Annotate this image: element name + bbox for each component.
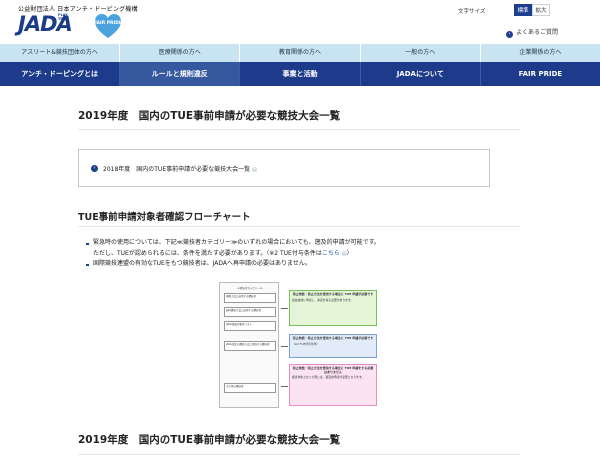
- page-title: 2019年度 国内のTUE事前申請が必要な競技大会一覧: [78, 110, 341, 122]
- flowchart-result-text: 検査対象となった際には、遡及的申請が必要となります。: [292, 375, 365, 380]
- flowchart-arrow: [281, 346, 288, 347]
- flowchart-box: 国内競技大会に出場する競技者: [224, 307, 276, 317]
- tue-flowchart-image: ≪競技者カテゴリー≫ 国際大会に出場する競技者 国内競技大会に出場する競技者 J…: [219, 282, 379, 408]
- flowchart-result-title: 禁止物質・禁止方法を使用する場合に TUE 申請をする必要はありません: [292, 366, 374, 374]
- fair-pride-logo[interactable]: FAIR PRIDE: [94, 12, 122, 40]
- conditions-link[interactable]: こちら: [322, 250, 340, 257]
- related-link-label: 2018年度 国内のTUE事前申請が必要な競技大会一覧: [103, 166, 251, 173]
- nav-item-about-jada[interactable]: JADAについて: [361, 62, 481, 86]
- divider: [78, 226, 520, 227]
- audience-corporate[interactable]: 企業関係の方へ: [481, 44, 600, 62]
- chevron-right-icon: ›: [91, 165, 98, 172]
- related-link[interactable]: 2018年度 国内のTUE事前申請が必要な競技大会一覧 ▤: [103, 164, 257, 173]
- list-item: 国際競技連盟の有効なTUEをもつ競技者は、JADAへ再申請の必要はありません。: [86, 259, 516, 270]
- flowchart-result-conditional: 禁止物質・禁止方法を使用する場合に TUE 申請が必要です （※2 TUE付与条…: [289, 334, 377, 358]
- list-item: 緊急時の使用については、下記≪競技者カテゴリー≫のいずれの場合においても、遡及的…: [86, 238, 516, 259]
- flowchart-result-text: 競技会前に申請し、承認を得る必要があります。: [292, 297, 354, 302]
- text-size-standard-button[interactable]: 標準: [514, 4, 532, 16]
- note-text: 緊急時の使用については、下記≪競技者カテゴリー≫のいずれの場合においても、遡及的…: [93, 239, 381, 246]
- flowchart-box: 国際大会に出場する競技者: [224, 293, 276, 303]
- audience-athletes[interactable]: アスリート&競技団体の方へ: [0, 44, 121, 62]
- flowchart-header: ≪競技者カテゴリー≫: [237, 287, 263, 290]
- note-text: ）: [346, 249, 353, 257]
- audience-nav: アスリート&競技団体の方へ 医療関係の方へ 教育関係の方へ 一般の方へ 企業関係…: [0, 44, 600, 62]
- flowchart-result-text: （※2 TUE付与条件）: [292, 341, 320, 346]
- flowchart-result-required: 禁止物質・禁止方法を使用する場合に TUE 申請が必要です 競技会前に申請し、承…: [289, 290, 377, 326]
- nav-item-fair-pride[interactable]: FAIR PRIDE: [481, 62, 600, 86]
- note-text: ただし、TUEが認められるには、条件を満たす必要があります。（※2 TUE付与条…: [93, 249, 322, 257]
- logo-tagline: PLAY TRUE: [58, 13, 69, 21]
- audience-medical[interactable]: 医療関係の方へ: [120, 44, 241, 62]
- audience-general[interactable]: 一般の方へ: [361, 44, 481, 62]
- heart-icon: [95, 14, 121, 38]
- divider: [78, 454, 520, 455]
- note-text: 国際競技連盟の有効なTUEをもつ競技者は、JADAへ再申請の必要はありません。: [93, 260, 311, 267]
- flowchart-box: JADA検査対象者リスト: [224, 321, 276, 331]
- site-header: 公益財団法人 日本アンチ・ドーピング機構 JADA PLAY TRUE FAIR…: [0, 0, 600, 44]
- audience-education[interactable]: 教育関係の方へ: [240, 44, 361, 62]
- faq-link[interactable]: › よくあるご質問: [506, 27, 558, 38]
- flowchart-arrow: [281, 386, 288, 387]
- section-title: 2019年度 国内のTUE事前申請が必要な競技大会一覧: [78, 434, 341, 446]
- nav-item-activities[interactable]: 事業と活動: [240, 62, 361, 86]
- pdf-icon: ▤: [252, 167, 257, 173]
- flowchart-result-not-required: 禁止物質・禁止方法を使用する場合に TUE 申請をする必要はありません 検査対象…: [289, 364, 377, 406]
- main-nav: アンチ・ドーピングとは ルールと規則違反 事業と活動 JADAについて FAIR…: [0, 62, 600, 86]
- faq-label: よくあるご質問: [516, 29, 559, 36]
- flowchart-box: その他の競技者: [224, 383, 276, 393]
- text-size-large-button[interactable]: 拡大: [532, 4, 550, 16]
- note-list: 緊急時の使用については、下記≪競技者カテゴリー≫のいずれの場合においても、遡及的…: [86, 238, 516, 270]
- related-link-box: › 2018年度 国内のTUE事前申請が必要な競技大会一覧 ▤: [78, 149, 490, 187]
- flowchart-category-column: ≪競技者カテゴリー≫ 国際大会に出場する競技者 国内競技大会に出場する競技者 J…: [219, 282, 279, 408]
- fair-pride-text: FAIR PRIDE: [94, 21, 122, 26]
- chevron-right-icon: ›: [506, 31, 513, 38]
- nav-item-about-anti-doping[interactable]: アンチ・ドーピングとは: [0, 62, 121, 86]
- flowchart-result-title: 禁止物質・禁止方法を使用する場合に TUE 申請が必要です: [292, 336, 374, 340]
- flowchart-box: JADA指定の競技大会に参加する競技者: [224, 341, 276, 351]
- text-size-label: 文字サイズ: [458, 9, 486, 15]
- jada-logo[interactable]: JADA PLAY TRUE: [18, 12, 76, 38]
- section-title: TUE事前申請対象者確認フローチャート: [78, 212, 251, 223]
- flowchart-result-title: 禁止物質・禁止方法を使用する場合に TUE 申請が必要です: [292, 292, 374, 296]
- flowchart-arrow: [281, 308, 288, 309]
- divider: [78, 129, 520, 130]
- nav-item-rules[interactable]: ルールと規則違反: [120, 62, 241, 86]
